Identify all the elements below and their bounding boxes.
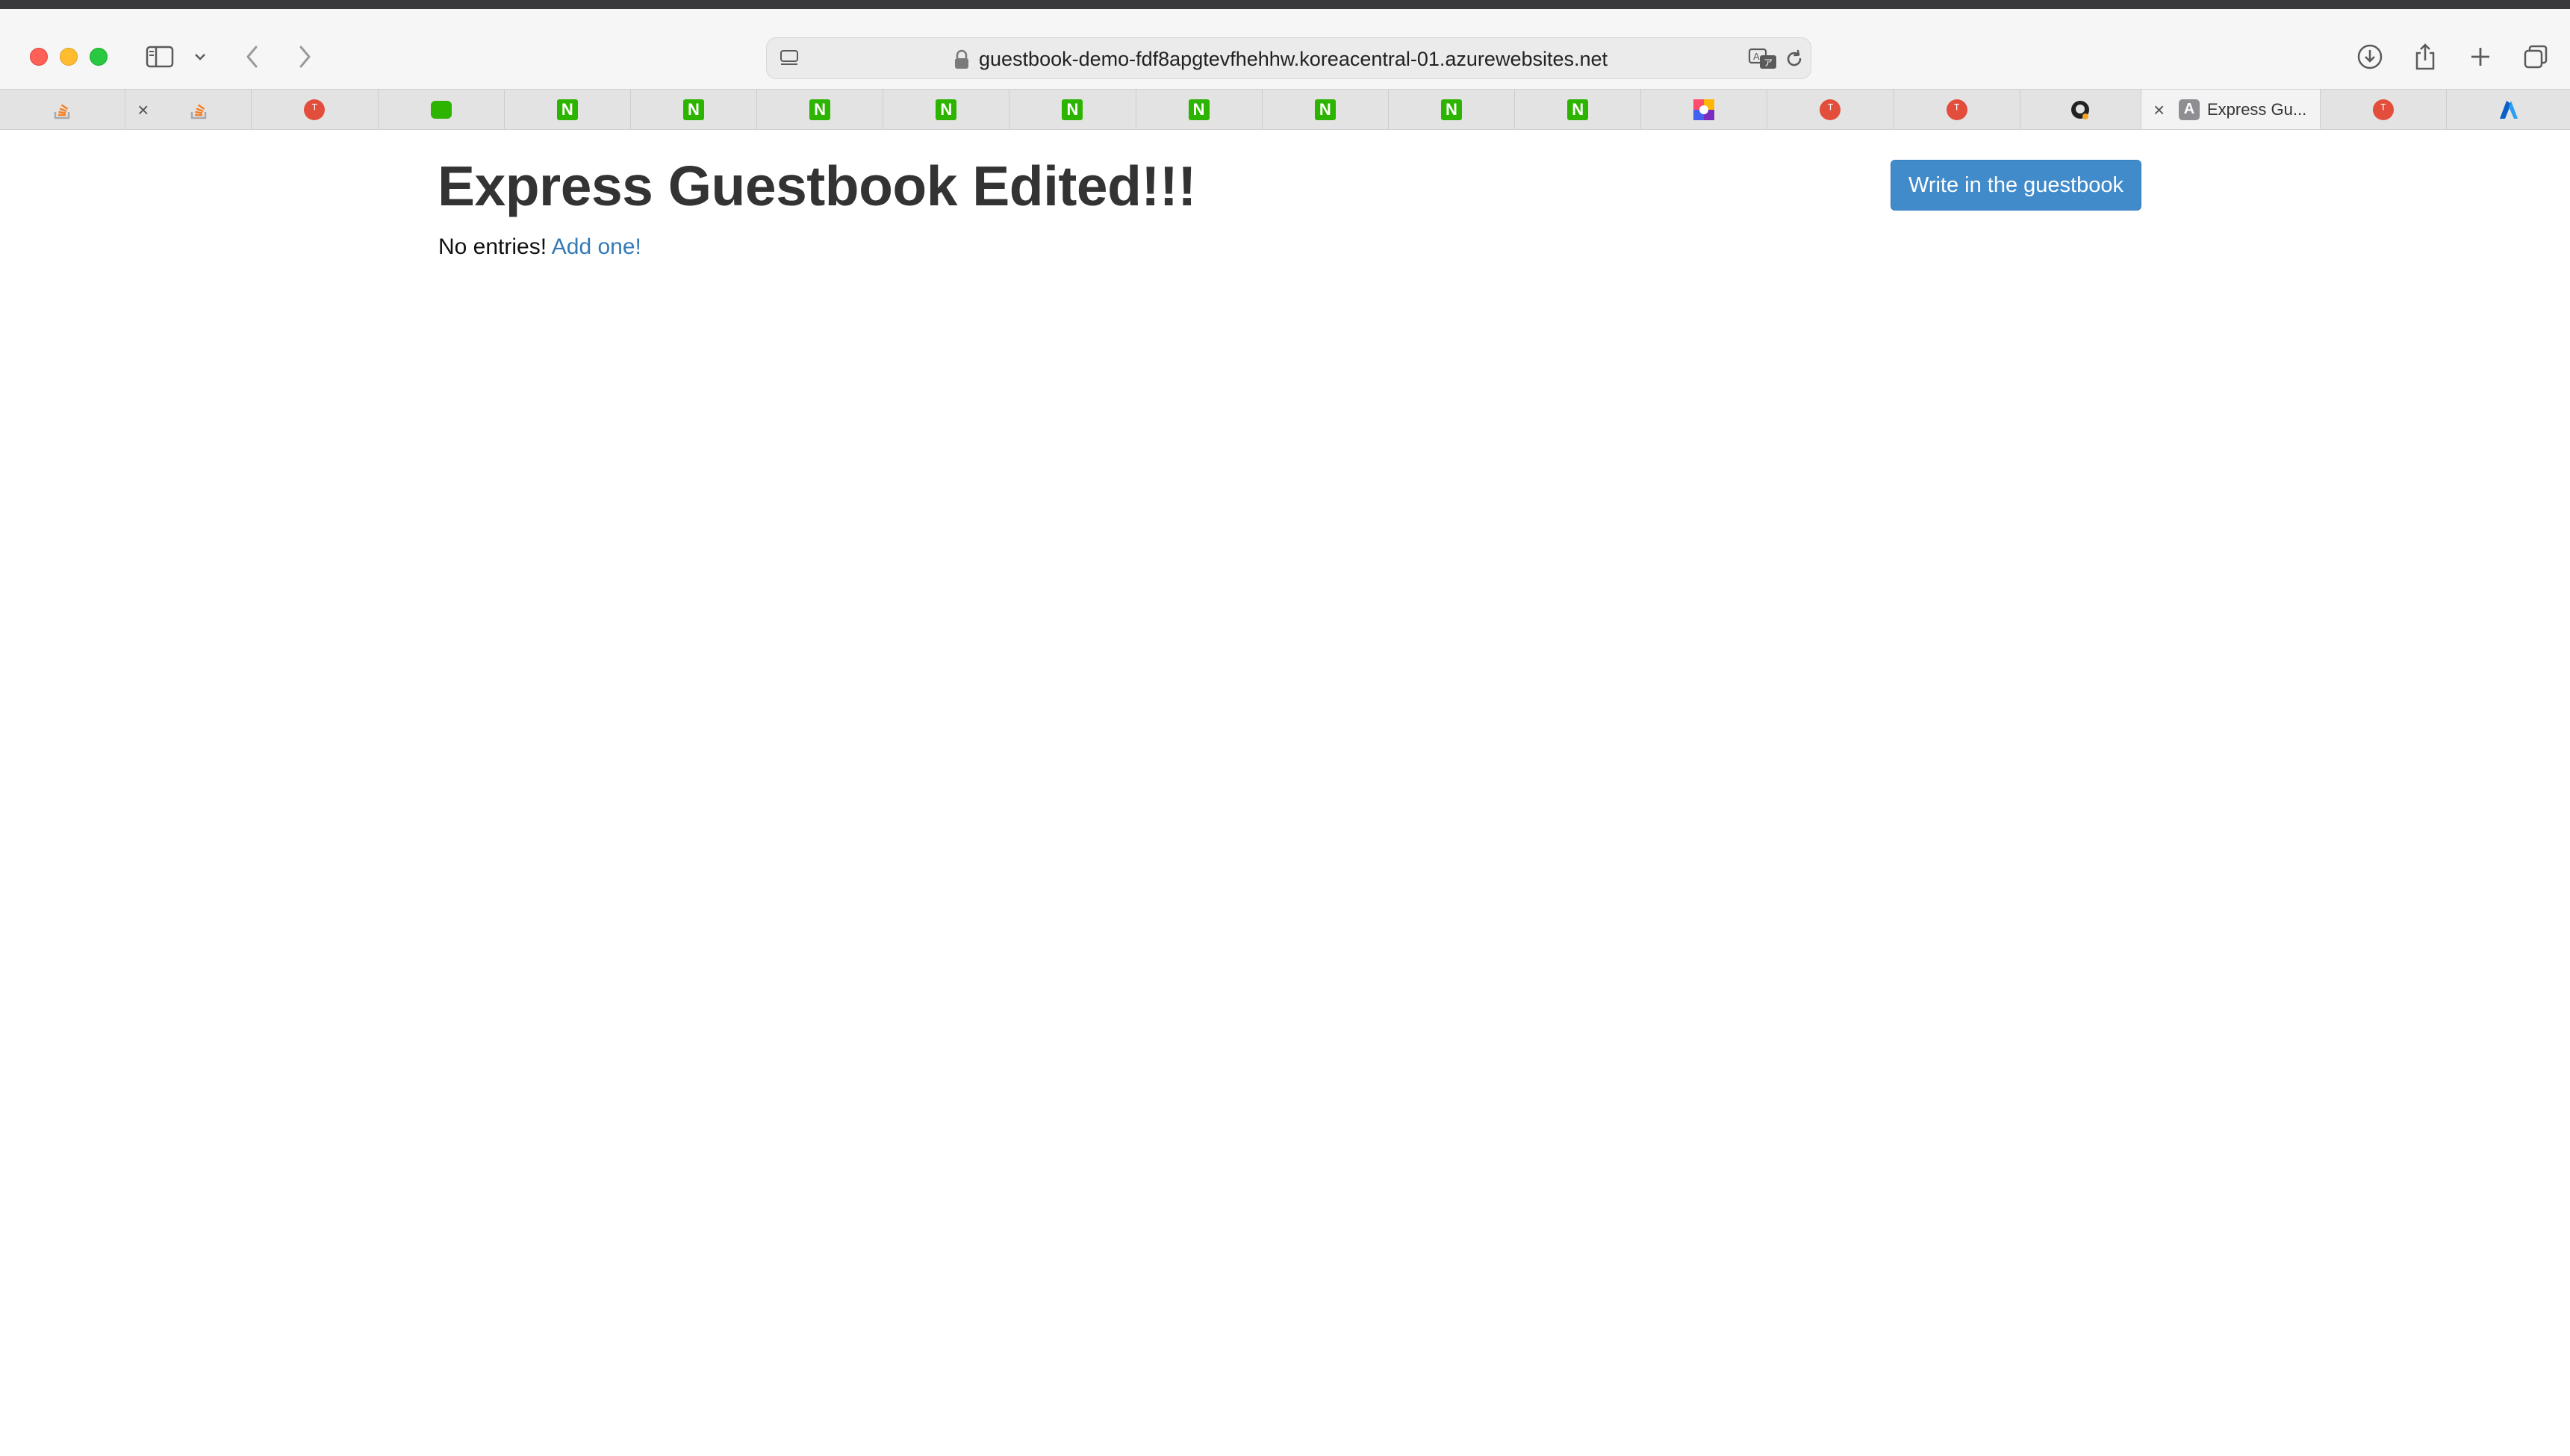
sidebar-toggle-icon[interactable]: [145, 43, 175, 70]
tab-naver[interactable]: N: [1389, 90, 1516, 129]
tab-red-site[interactable]: ᵀ: [252, 90, 379, 129]
red-circle-icon: ᵀ: [1820, 99, 1841, 120]
tab-naver[interactable]: N: [757, 90, 884, 129]
translate-icon[interactable]: Aア: [1748, 47, 1778, 75]
tab-naver[interactable]: N: [1263, 90, 1389, 129]
tab-github[interactable]: [2020, 90, 2141, 129]
zoom-window-button[interactable]: [90, 48, 108, 66]
tab-azure[interactable]: [2447, 90, 2570, 129]
letter-a-icon: A: [2178, 99, 2200, 120]
tab-naver[interactable]: N: [1009, 90, 1136, 129]
write-guestbook-button[interactable]: Write in the guestbook: [1891, 160, 2141, 211]
tab-naver[interactable]: N: [505, 90, 631, 129]
chevron-down-icon[interactable]: [187, 43, 214, 70]
page-title: Express Guestbook Edited!!!: [438, 155, 1196, 217]
window-top-edge: [0, 0, 2570, 9]
naver-icon: N: [936, 99, 957, 120]
tab-express-guestbook[interactable]: × A Express Gu...: [2141, 90, 2321, 129]
naver-icon: N: [556, 99, 578, 120]
tab-stackoverflow[interactable]: [0, 90, 126, 129]
svg-text:ア: ア: [1764, 57, 1773, 68]
tab-stackoverflow-2[interactable]: ×: [125, 90, 252, 129]
naver-icon: N: [1440, 99, 1462, 120]
minimize-window-button[interactable]: [60, 48, 78, 66]
tab-red-site[interactable]: ᵀ: [1894, 90, 2020, 129]
share-icon[interactable]: [2410, 43, 2440, 70]
svg-text:A: A: [1753, 51, 1760, 62]
naver-icon: N: [1567, 99, 1589, 120]
tab-title: Express Gu...: [2206, 99, 2307, 119]
naver-icon: N: [1188, 99, 1210, 120]
red-circle-icon: ᵀ: [2372, 99, 2394, 120]
tab-naver[interactable]: N: [1136, 90, 1263, 129]
tab-red-site[interactable]: ᵀ: [1767, 90, 1894, 129]
new-tab-icon[interactable]: [2465, 43, 2495, 70]
tab-chat-site[interactable]: [379, 90, 505, 129]
page-menu-icon[interactable]: [779, 49, 800, 72]
tab-naver[interactable]: N: [883, 90, 1010, 129]
tab-naver[interactable]: N: [631, 90, 758, 129]
lock-icon: [953, 49, 970, 74]
tab-bar: × ᵀ N N N N N N N N N ᵀ ᵀ × A Express Gu…: [0, 89, 2570, 130]
tab-naver[interactable]: N: [1515, 90, 1642, 129]
naver-icon: N: [809, 99, 831, 120]
stackoverflow-icon: [188, 99, 211, 121]
chat-icon: [430, 99, 452, 121]
close-window-button[interactable]: [30, 48, 48, 66]
tab-red-site[interactable]: ᵀ: [2321, 90, 2447, 129]
downloads-icon[interactable]: [2355, 43, 2385, 70]
browser-toolbar: guestbook-demo-fdf8apgtevfhehhw.koreacen…: [0, 9, 2570, 89]
tab-colorful-app[interactable]: [1641, 90, 1768, 129]
address-bar[interactable]: guestbook-demo-fdf8apgtevfhehhw.koreacen…: [766, 37, 1811, 79]
url-text[interactable]: guestbook-demo-fdf8apgtevfhehhw.koreacen…: [979, 47, 1608, 71]
naver-icon: N: [1062, 99, 1083, 120]
stackoverflow-icon: [52, 99, 74, 121]
naver-icon: N: [682, 99, 704, 120]
colorful-app-icon: [1693, 99, 1715, 121]
red-circle-icon: ᵀ: [304, 99, 326, 120]
azure-icon: [2498, 99, 2520, 121]
close-tab-icon[interactable]: ×: [2153, 100, 2165, 119]
naver-icon: N: [1314, 99, 1336, 120]
add-entry-link[interactable]: Add one!: [552, 234, 641, 259]
github-icon: [2069, 99, 2091, 121]
empty-state: No entries! Add one!: [438, 234, 641, 260]
forward-icon[interactable]: [290, 43, 320, 70]
close-tab-icon[interactable]: ×: [137, 100, 149, 119]
tab-overview-icon[interactable]: [2521, 43, 2551, 70]
back-icon[interactable]: [237, 43, 267, 70]
no-entries-text: No entries!: [438, 234, 547, 259]
reload-icon[interactable]: [1784, 49, 1805, 73]
red-circle-icon: ᵀ: [1946, 99, 1967, 120]
